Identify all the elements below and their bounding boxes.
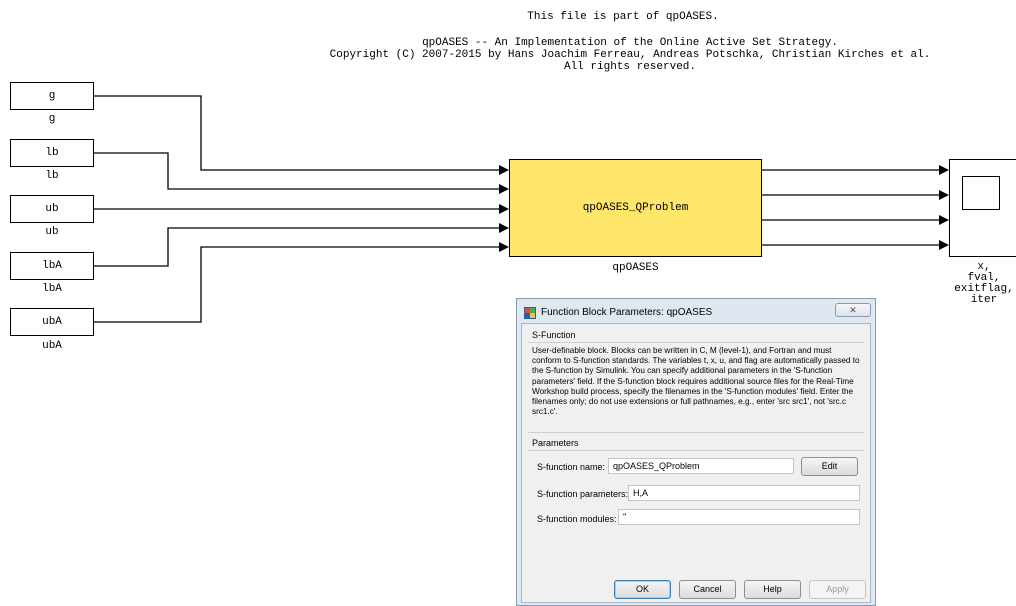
input-label-lbA: lbA: [42, 283, 62, 295]
divider: [528, 432, 864, 433]
sfunction-modules-label: S-function modules:: [537, 514, 617, 524]
arrow-head-icon: [499, 184, 509, 194]
help-button[interactable]: Help: [744, 580, 801, 599]
display-icon: [962, 176, 1000, 210]
input-block-lb[interactable]: lb: [10, 139, 94, 167]
input-block-g[interactable]: g: [10, 82, 94, 110]
sfunction-block[interactable]: qpOASES_QProblem: [509, 159, 762, 257]
signal-line-lb: [94, 152, 500, 190]
apply-button[interactable]: Apply: [809, 580, 866, 599]
dialog-title: Function Block Parameters: qpOASES: [541, 307, 713, 318]
arrow-head-icon: [499, 242, 509, 252]
simulink-app-icon: [524, 307, 536, 319]
dialog-body: S-Function User-definable block. Blocks …: [521, 323, 871, 603]
section-sfunction-heading: S-Function: [532, 330, 576, 340]
sfunction-block-label: qpOASES: [612, 262, 659, 274]
input-label-ub: ub: [45, 226, 59, 238]
sfunction-modules-input[interactable]: '': [618, 509, 860, 525]
simulink-canvas[interactable]: This file is part of qpOASES. qpOASES --…: [0, 0, 1016, 606]
input-block-ubA[interactable]: ubA: [10, 308, 94, 336]
function-block-parameters-dialog[interactable]: Function Block Parameters: qpOASES ✕ S-F…: [516, 298, 876, 606]
input-block-text: lbA: [42, 260, 62, 272]
input-label-ubA: ubA: [42, 340, 62, 352]
edit-button[interactable]: Edit: [801, 457, 858, 476]
cancel-button[interactable]: Cancel: [679, 580, 736, 599]
input-label-lb: lb: [45, 170, 59, 182]
sfunction-block-text: qpOASES_QProblem: [582, 202, 689, 214]
input-label-g: g: [48, 113, 56, 125]
sfunction-parameters-input[interactable]: H,A: [628, 485, 860, 501]
arrow-head-icon: [939, 215, 949, 225]
arrow-head-icon: [939, 165, 949, 175]
input-block-text: lb: [45, 147, 59, 159]
arrow-head-icon: [939, 190, 949, 200]
output-label: x, fval, exitflag, iter: [945, 262, 1016, 306]
input-block-ub[interactable]: ub: [10, 195, 94, 223]
arrow-head-icon: [499, 165, 509, 175]
output-display-block[interactable]: [949, 159, 1016, 257]
divider: [528, 342, 864, 343]
input-block-text: g: [48, 90, 56, 102]
output-label-line: iter: [970, 294, 998, 306]
input-block-text: ub: [45, 203, 59, 215]
sfunction-name-label: S-function name:: [537, 462, 606, 472]
input-block-text: ubA: [42, 316, 62, 328]
signal-line-g: [94, 95, 500, 171]
arrow-head-icon: [499, 204, 509, 214]
arrow-head-icon: [939, 240, 949, 250]
close-icon: ✕: [849, 305, 857, 315]
ok-button[interactable]: OK: [614, 580, 671, 599]
dialog-titlebar[interactable]: Function Block Parameters: qpOASES ✕: [517, 299, 875, 325]
section-parameters-heading: Parameters: [532, 438, 579, 448]
sfunction-parameters-label: S-function parameters:: [537, 489, 629, 499]
arrow-head-icon: [499, 223, 509, 233]
input-block-lbA[interactable]: lbA: [10, 252, 94, 280]
divider: [528, 450, 864, 451]
sfunction-description: User-definable block. Blocks can be writ…: [532, 346, 860, 417]
close-button[interactable]: ✕: [835, 303, 871, 317]
sfunction-name-input[interactable]: qpOASES_QProblem: [608, 458, 794, 474]
signal-line-ubA: [94, 246, 500, 323]
